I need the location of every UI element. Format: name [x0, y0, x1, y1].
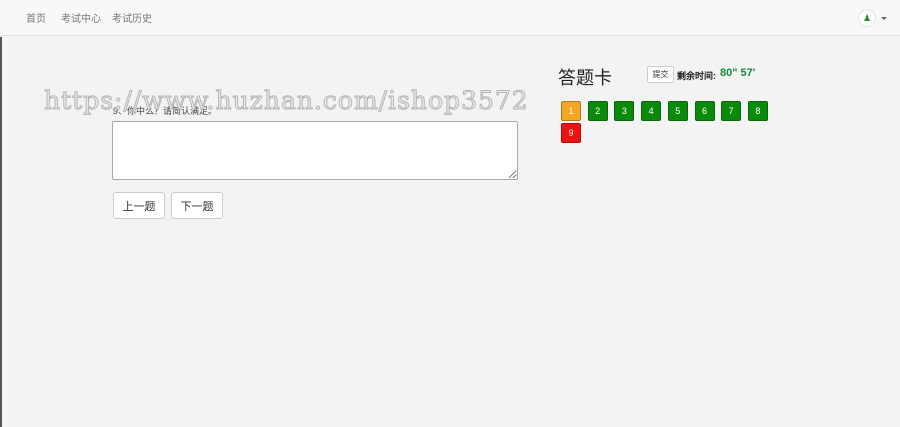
question-number-button[interactable]: 3 [614, 101, 635, 121]
answer-textarea[interactable] [112, 121, 518, 180]
next-question-button[interactable]: 下一题 [171, 192, 223, 219]
user-menu[interactable]: ♟ [858, 9, 887, 27]
page-left-border [0, 37, 2, 427]
remaining-time-label: 剩余时间: [677, 71, 716, 81]
answer-card-title: 答题卡 [558, 68, 612, 88]
user-avatar-icon: ♟ [858, 9, 876, 27]
question-number-button[interactable]: 6 [694, 101, 715, 121]
top-navbar: 首页 考试中心 考试历史 ♟ [0, 0, 900, 36]
caret-down-icon [881, 16, 887, 20]
question-number-button[interactable]: 9 [561, 123, 581, 143]
question-number-button[interactable]: 4 [641, 101, 662, 121]
remaining-time-value: 80" 57' [720, 67, 756, 79]
question-label: 9、你中么？请简认满足。 [113, 106, 218, 116]
nav-link-home[interactable]: 首页 [26, 10, 46, 25]
previous-question-button[interactable]: 上一题 [113, 192, 165, 219]
question-number-button[interactable]: 1 [561, 101, 581, 121]
question-number-button[interactable]: 8 [747, 101, 768, 121]
question-number-button[interactable]: 5 [667, 101, 688, 121]
nav-link-exam-history[interactable]: 考试历史 [112, 10, 152, 25]
question-number-button[interactable]: 2 [587, 101, 608, 121]
question-number-button[interactable]: 7 [721, 101, 742, 121]
submit-button[interactable]: 提交 [647, 66, 674, 83]
nav-link-exam-center[interactable]: 考试中心 [61, 10, 101, 25]
